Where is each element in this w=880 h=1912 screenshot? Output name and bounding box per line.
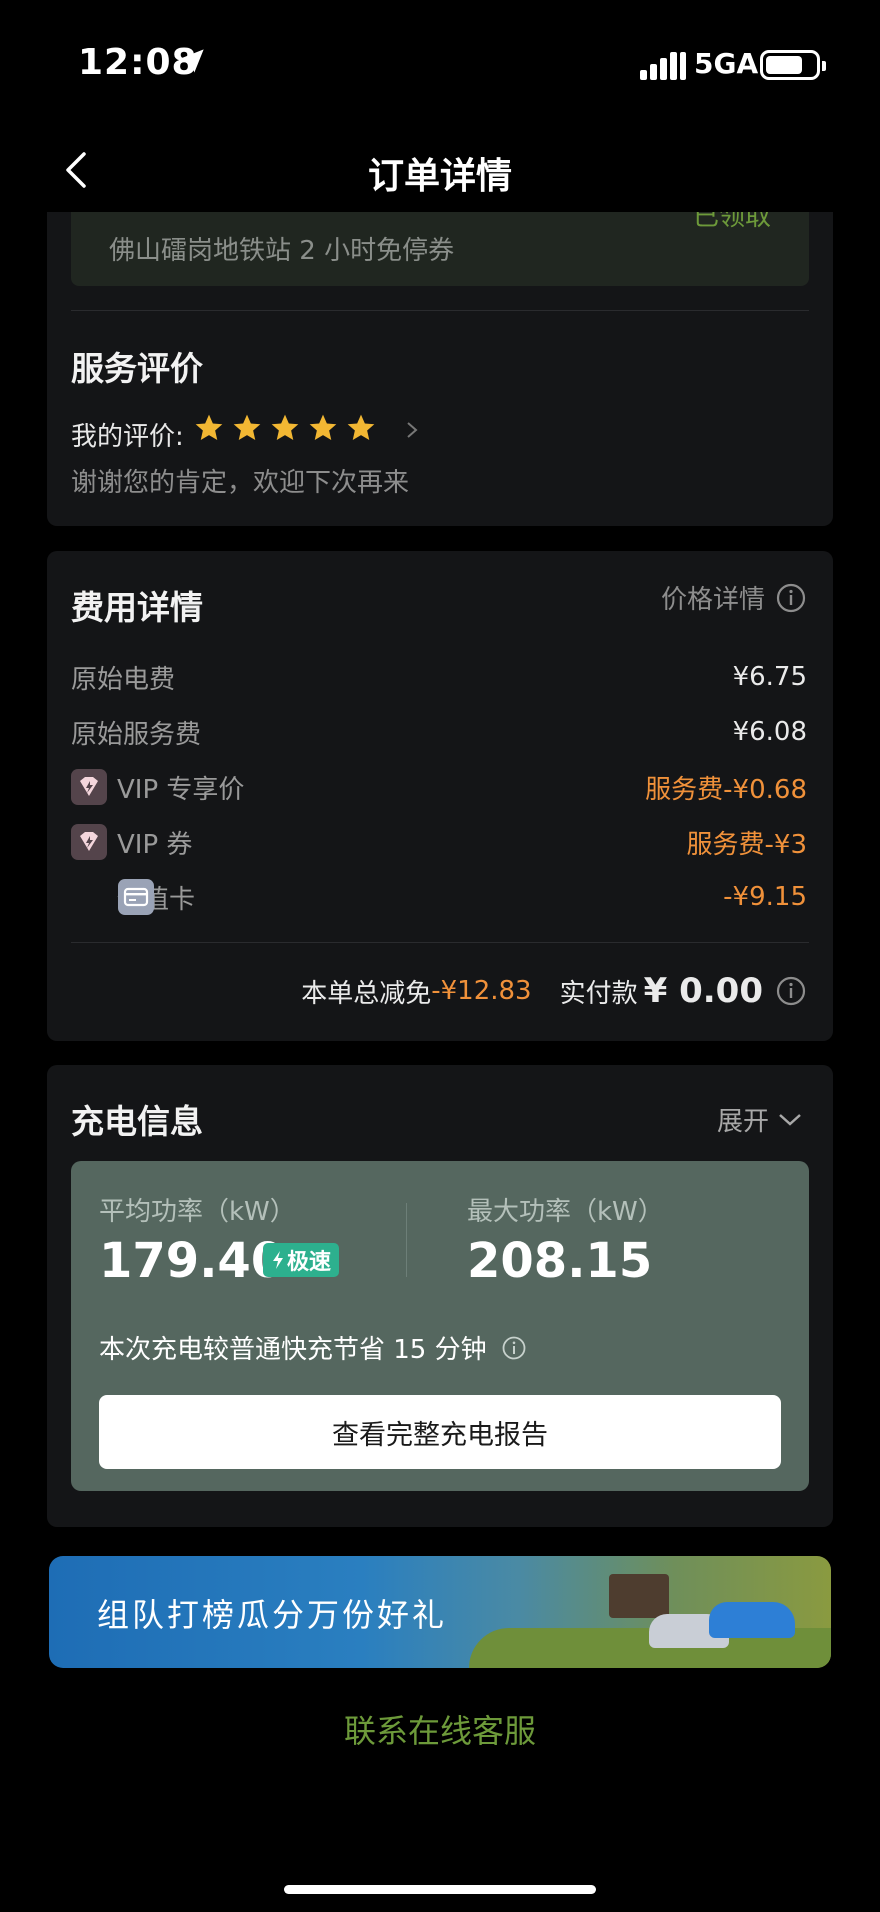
time-saving: 本次充电较普通快充节省 15 分钟	[99, 1329, 527, 1366]
star-icon	[271, 414, 299, 440]
speed-badge: 极速	[263, 1243, 340, 1277]
power-panel: 平均功率（kW） 179.40 极速 最大功率（kW） 208.15 本次充电较…	[71, 1161, 809, 1491]
fee-label: 原始服务费	[71, 719, 202, 750]
max-power-value: 208.15	[467, 1233, 653, 1289]
avg-power-label: 平均功率（kW）	[99, 1197, 296, 1227]
fee-label: VIP 专享价	[117, 774, 245, 805]
cabin-graphic	[609, 1574, 669, 1618]
battery-icon	[760, 50, 826, 80]
paid-value: ¥ 0.00	[643, 971, 763, 1011]
expand-label: 展开	[716, 1107, 769, 1137]
price-detail-label: 价格详情	[660, 585, 765, 615]
car-graphic	[709, 1602, 795, 1638]
location-arrow-icon	[180, 49, 204, 73]
rating-stars[interactable]	[193, 412, 377, 444]
fee-row: 原始电费 ¥6.75	[71, 657, 807, 697]
fee-title: 费用详情	[71, 588, 203, 627]
time-saving-text: 本次充电较普通快充节省 15 分钟	[99, 1335, 487, 1365]
view-report-button[interactable]: 查看完整充电报告	[99, 1395, 781, 1469]
promo-banner[interactable]: 组队打榜瓜分万份好礼	[49, 1556, 831, 1668]
review-comment: 谢谢您的肯定，欢迎下次再来	[71, 468, 410, 498]
info-icon	[776, 583, 806, 612]
star-icon	[195, 414, 223, 440]
fee-value: -¥9.15	[723, 882, 807, 912]
lightning-icon	[273, 1251, 283, 1269]
fee-details-card: 费用详情 价格详情 原始电费 ¥6.75 原始服务费 ¥6.08 VIP 专享价…	[47, 551, 833, 1041]
speed-badge-label: 极速	[287, 1250, 332, 1275]
price-detail-link[interactable]: 价格详情	[661, 579, 807, 616]
status-bar: 12:08 5GA	[0, 0, 880, 130]
avg-power-value: 179.40	[99, 1233, 285, 1289]
signal-icon	[640, 52, 686, 80]
my-rating-label: 我的评价:	[71, 422, 184, 452]
fee-row: VIP 专享价 服务费-¥0.68	[71, 767, 807, 807]
charging-info-card: 充电信息 展开 平均功率（kW） 179.40 极速 最大功率（kW） 208.…	[47, 1065, 833, 1527]
divider	[71, 942, 809, 943]
paid-label: 实付款	[559, 978, 638, 1009]
vip-diamond-icon	[71, 824, 107, 860]
fee-row: VIP 券 服务费-¥3	[71, 822, 807, 862]
fee-value: 服务费-¥0.68	[645, 774, 807, 805]
parking-coupon[interactable]: 已领取 佛山礌岗地铁站 2 小时免停券	[71, 200, 809, 286]
fee-total: 本单总减免 -¥12.83 实付款 ¥ 0.00	[301, 971, 807, 1011]
divider	[71, 310, 809, 311]
star-icon	[347, 414, 375, 440]
info-icon[interactable]	[501, 1335, 527, 1361]
max-power-label: 最大功率（kW）	[467, 1197, 664, 1227]
star-icon	[233, 414, 261, 440]
nav-bar: 订单详情	[0, 130, 880, 212]
coupon-name: 佛山礌岗地铁站 2 小时免停券	[109, 236, 455, 266]
banner-text: 组队打榜瓜分万份好礼	[97, 1596, 448, 1634]
info-icon[interactable]	[775, 975, 807, 1007]
star-icon	[309, 414, 337, 440]
page-title: 订单详情	[367, 156, 512, 197]
divider	[406, 1203, 407, 1277]
fee-value: ¥6.75	[732, 662, 807, 692]
vip-diamond-icon	[71, 769, 107, 805]
fee-label: VIP 券	[117, 829, 193, 860]
total-discount-value: -¥12.83	[431, 976, 532, 1006]
chevron-right-icon[interactable]	[405, 420, 419, 440]
chevron-down-icon	[779, 1113, 801, 1126]
expand-toggle[interactable]: 展开	[717, 1101, 803, 1138]
charging-title: 充电信息	[71, 1102, 203, 1141]
stored-value-card-icon	[118, 879, 154, 915]
contact-support-link[interactable]: 联系在线客服	[0, 1706, 880, 1752]
total-discount-label: 本单总减免	[301, 978, 432, 1009]
fee-row: 原始服务费 ¥6.08	[71, 712, 807, 752]
fee-value: ¥6.08	[732, 717, 807, 747]
home-indicator[interactable]	[284, 1885, 596, 1894]
fee-value: 服务费-¥3	[686, 829, 807, 860]
fee-label: 原始电费	[71, 664, 176, 695]
review-title: 服务评价	[71, 349, 203, 388]
network-type: 5GA	[694, 47, 759, 80]
fee-row: 储值卡 -¥9.15	[71, 877, 807, 917]
